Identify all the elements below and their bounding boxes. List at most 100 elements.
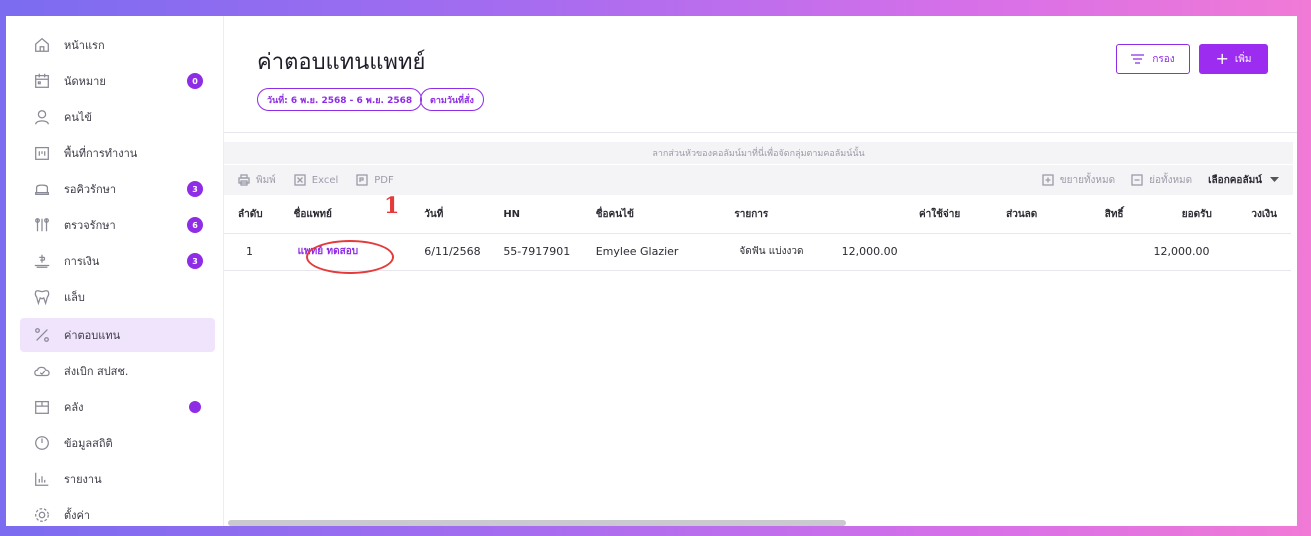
excel-label: Excel [311, 174, 339, 186]
cell-received: 12,000.00 [1123, 233, 1212, 271]
group-by-panel[interactable]: ลากส่วนหัวของคอลัมน์มาที่นี่เพื่อจัดกลุ่… [224, 142, 1293, 164]
collapse-all-button[interactable]: ย่อทั้งหมด [1131, 173, 1192, 188]
sidebar-item-statistics[interactable]: ข้อมูลสถิติ [20, 426, 215, 460]
collapse-icon [1131, 174, 1143, 186]
cell-cost: 12,000.00 [821, 233, 961, 271]
cell-right [1037, 233, 1124, 271]
percent-icon [32, 325, 52, 345]
tools-icon [32, 215, 52, 235]
column-header-doctor[interactable]: ชื่อแพทย์ [283, 196, 425, 234]
cell-item: จัดฟัน แบ่งงวด [734, 233, 822, 271]
home-icon [32, 35, 52, 55]
sidebar-item-home[interactable]: หน้าแรก [20, 28, 215, 62]
collapse-all-label: ย่อทั้งหมด [1149, 174, 1193, 186]
chair-icon [32, 179, 52, 199]
sidebar-item-appointments[interactable]: นัดหมาย 0 [20, 64, 215, 98]
cell-limit [1211, 233, 1291, 271]
column-header-hn[interactable]: HN [503, 196, 596, 234]
cell-hn: 55-7917901 [503, 233, 596, 271]
app-window: หน้าแรก นัดหมาย 0 คนไข้ พื้นที่การทำงาน … [6, 16, 1297, 526]
cell-no: 1 [224, 233, 284, 271]
add-button[interactable]: + เพิ่ม [1199, 44, 1268, 74]
sidebar-item-settings[interactable]: ตั้งค่า [20, 498, 215, 526]
group-by-hint: ลากส่วนหัวของคอลัมน์มาที่นี่เพื่อจัดกลุ่… [652, 149, 865, 159]
main-content: ค่าตอบแทนแพทย์ วันที่: 6 พ.ย. 2568 - 6 พ… [224, 16, 1297, 526]
sidebar-item-treatment[interactable]: ตรวจรักษา 6 [20, 208, 215, 242]
column-header-right[interactable]: สิทธิ์ [1037, 196, 1124, 234]
printer-icon [238, 174, 250, 186]
column-header-discount[interactable]: ส่วนลด [960, 196, 1038, 234]
calendar-icon [32, 71, 52, 91]
order-by-chip[interactable]: ตามวันที่สั่ง [420, 88, 484, 111]
tooth-icon [32, 287, 52, 307]
sidebar-item-label: พื้นที่การทำงาน [64, 147, 138, 160]
sidebar-item-label: นัดหมาย [64, 75, 106, 88]
annotation-number: 1 [384, 193, 400, 219]
box-icon [32, 397, 52, 417]
column-chooser-label: เลือกคอลัมน์ [1208, 174, 1262, 186]
sidebar-item-label: ค่าตอบแทน [64, 329, 121, 342]
filter-button[interactable]: กรอง [1116, 44, 1190, 74]
column-header-patient[interactable]: ชื่อคนไข้ [595, 196, 735, 234]
column-header-no[interactable]: ลำดับ [224, 196, 284, 234]
gauge-icon [32, 433, 52, 453]
chart-icon [32, 469, 52, 489]
sidebar-item-patients[interactable]: คนไข้ [20, 100, 215, 134]
page-title: ค่าตอบแทนแพทย์ [257, 50, 426, 75]
sidebar-item-label: แล็บ [64, 291, 85, 304]
print-button[interactable]: พิมพ์ [238, 173, 276, 188]
filter-icon [1131, 54, 1145, 64]
expand-icon [1042, 174, 1054, 186]
expand-all-button[interactable]: ขยายทั้งหมด [1042, 173, 1115, 188]
pdf-button[interactable]: PDF [356, 174, 394, 186]
column-header-cost[interactable]: ค่าใช้จ่าย [821, 196, 961, 234]
pdf-icon [356, 174, 368, 186]
column-header-limit[interactable]: วงเงิน [1211, 196, 1291, 234]
sidebar-item-label: การเงิน [64, 255, 100, 268]
add-label: เพิ่ม [1234, 53, 1252, 65]
user-icon [32, 107, 52, 127]
sidebar-item-finance[interactable]: การเงิน 3 [20, 244, 215, 278]
sidebar-item-label: หน้าแรก [64, 39, 105, 52]
treatment-badge: 6 [187, 217, 203, 233]
sidebar-item-queue[interactable]: รอคิวรักษา 3 [20, 172, 215, 206]
appointments-badge: 0 [187, 73, 203, 89]
column-header-item[interactable]: รายการ [734, 196, 822, 234]
sidebar-item-label: ข้อมูลสถิติ [64, 437, 113, 450]
grid-toolbar: พิมพ์ Excel PDF ขยายทั้งหมด ย่อทั้งหมด เ… [224, 165, 1293, 195]
sidebar-item-compensation[interactable]: ค่าตอบแทน [20, 318, 215, 352]
filter-label: กรอง [1152, 53, 1175, 65]
cloud-icon [32, 361, 52, 381]
pdf-label: PDF [374, 174, 394, 186]
sidebar-item-label: รายงาน [64, 473, 102, 486]
chevron-down-icon [1270, 177, 1279, 182]
expand-all-label: ขยายทั้งหมด [1059, 174, 1116, 186]
excel-button[interactable]: Excel [294, 174, 339, 186]
queue-badge: 3 [187, 181, 203, 197]
column-header-date[interactable]: วันที่ [424, 196, 504, 234]
column-chooser[interactable]: เลือกคอลัมน์ [1208, 173, 1279, 188]
sidebar-item-label: คนไข้ [64, 111, 92, 124]
workspace-icon [32, 143, 52, 163]
sidebar-item-label: ตรวจรักษา [64, 219, 116, 232]
horizontal-scrollbar[interactable] [228, 520, 846, 526]
annotation-circle [306, 240, 394, 274]
gear-icon [32, 505, 52, 525]
sidebar-item-inventory[interactable]: คลัง [20, 390, 215, 424]
sidebar-item-lab[interactable]: แล็บ [20, 280, 215, 314]
print-label: พิมพ์ [256, 174, 276, 186]
sidebar-item-workspace[interactable]: พื้นที่การทำงาน [20, 136, 215, 170]
header-divider [224, 132, 1297, 133]
cell-patient: Emylee Glazier [595, 233, 735, 271]
column-header-received[interactable]: ยอดรับ [1123, 196, 1212, 234]
sidebar-item-nhso-claim[interactable]: ส่งเบิก สปสช. [20, 354, 215, 388]
plus-icon: + [1215, 49, 1229, 68]
excel-icon [294, 174, 306, 186]
sidebar-item-label: ส่งเบิก สปสช. [64, 365, 129, 378]
sidebar-item-reports[interactable]: รายงาน [20, 462, 215, 496]
date-range-chip[interactable]: วันที่: 6 พ.ย. 2568 - 6 พ.ย. 2568 [257, 88, 423, 111]
sidebar: หน้าแรก นัดหมาย 0 คนไข้ พื้นที่การทำงาน … [6, 16, 224, 526]
sidebar-item-label: รอคิวรักษา [64, 183, 117, 196]
sidebar-item-label: ตั้งค่า [64, 509, 91, 522]
money-icon [32, 251, 52, 271]
